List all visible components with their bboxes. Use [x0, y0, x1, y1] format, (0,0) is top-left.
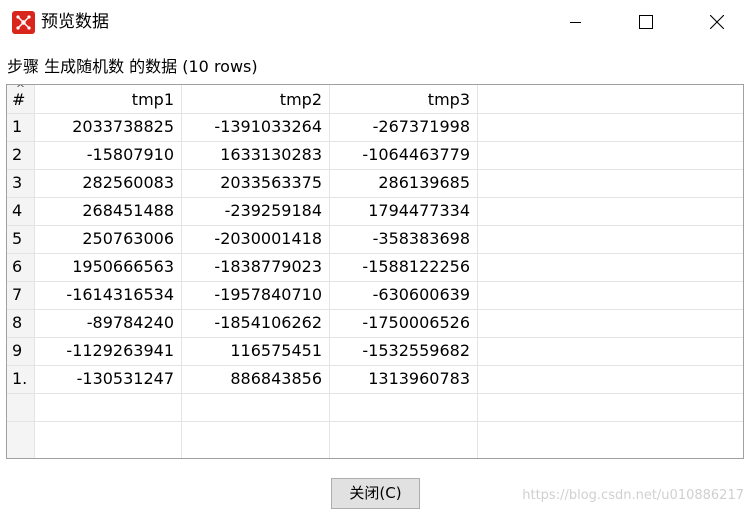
preview-data-window: 预览数据 步骤 生成随机数 的数据 (10 rows) ^ # tmp1 tmp…: [0, 0, 753, 517]
minimize-button[interactable]: [541, 0, 611, 44]
cell-tmp1[interactable]: -15807910: [34, 141, 181, 169]
cell-tmp1[interactable]: -1129263941: [34, 337, 181, 365]
row-index-cell: 8: [12, 313, 23, 332]
cell-tmp3[interactable]: -630600639: [329, 281, 477, 309]
watermark-text: https://blog.csdn.net/u010886217: [522, 488, 744, 503]
cell-tmp2[interactable]: -239259184: [181, 197, 329, 225]
close-button[interactable]: 关闭(C): [331, 478, 420, 509]
minimize-icon: [570, 22, 581, 23]
cell-tmp2[interactable]: -1838779023: [181, 253, 329, 281]
cell-tmp3[interactable]: -1064463779: [329, 141, 477, 169]
row-divider: [7, 421, 743, 422]
maximize-icon: [639, 15, 653, 29]
cell-tmp2[interactable]: 886843856: [181, 365, 329, 393]
row-index-cell: 1.: [12, 369, 28, 388]
row-index-cell: 6: [12, 257, 23, 276]
title-bar[interactable]: 预览数据: [0, 0, 753, 44]
cell-tmp1[interactable]: 268451488: [34, 197, 181, 225]
app-logo-icon: [12, 11, 35, 34]
row-index-cell: 5: [12, 229, 23, 248]
cell-tmp3[interactable]: -267371998: [329, 113, 477, 141]
cell-tmp2[interactable]: 1633130283: [181, 141, 329, 169]
cell-tmp2[interactable]: -1391033264: [181, 113, 329, 141]
column-header-tmp1[interactable]: tmp1: [34, 85, 181, 113]
row-index-cell: 4: [12, 201, 23, 220]
window-title: 预览数据: [41, 12, 109, 32]
cell-tmp1[interactable]: 2033738825: [34, 113, 181, 141]
row-index-cell: 1: [12, 117, 23, 136]
close-icon: [710, 15, 724, 29]
column-header-tmp3[interactable]: tmp3: [329, 85, 477, 113]
cell-tmp3[interactable]: 286139685: [329, 169, 477, 197]
cell-tmp3[interactable]: -1532559682: [329, 337, 477, 365]
column-header-tmp2[interactable]: tmp2: [181, 85, 329, 113]
close-window-button[interactable]: [682, 0, 752, 44]
cell-tmp2[interactable]: -1957840710: [181, 281, 329, 309]
cell-tmp2[interactable]: -2030001418: [181, 225, 329, 253]
cell-tmp3[interactable]: -1750006526: [329, 309, 477, 337]
cell-tmp1[interactable]: -1614316534: [34, 281, 181, 309]
cell-tmp1[interactable]: 1950666563: [34, 253, 181, 281]
cell-tmp1[interactable]: -89784240: [34, 309, 181, 337]
cell-tmp3[interactable]: -1588122256: [329, 253, 477, 281]
maximize-button[interactable]: [611, 0, 681, 44]
row-divider: [7, 393, 743, 394]
row-index-cell: 3: [12, 173, 23, 192]
cell-tmp3[interactable]: -358383698: [329, 225, 477, 253]
column-header-index[interactable]: #: [7, 85, 34, 113]
cell-tmp2[interactable]: -1854106262: [181, 309, 329, 337]
data-table[interactable]: ^ # tmp1 tmp2 tmp3 1 2033738825 -1391033…: [6, 84, 744, 459]
row-index-cell: 9: [12, 341, 23, 360]
cell-tmp3[interactable]: 1794477334: [329, 197, 477, 225]
row-index-cell: 7: [12, 285, 23, 304]
step-data-caption: 步骤 生成随机数 的数据 (10 rows): [7, 57, 258, 76]
cell-tmp1[interactable]: 282560083: [34, 169, 181, 197]
cell-tmp3[interactable]: 1313960783: [329, 365, 477, 393]
cell-tmp2[interactable]: 116575451: [181, 337, 329, 365]
cell-tmp1[interactable]: 250763006: [34, 225, 181, 253]
row-index-cell: 2: [12, 145, 23, 164]
cell-tmp2[interactable]: 2033563375: [181, 169, 329, 197]
cell-tmp1[interactable]: -130531247: [34, 365, 181, 393]
